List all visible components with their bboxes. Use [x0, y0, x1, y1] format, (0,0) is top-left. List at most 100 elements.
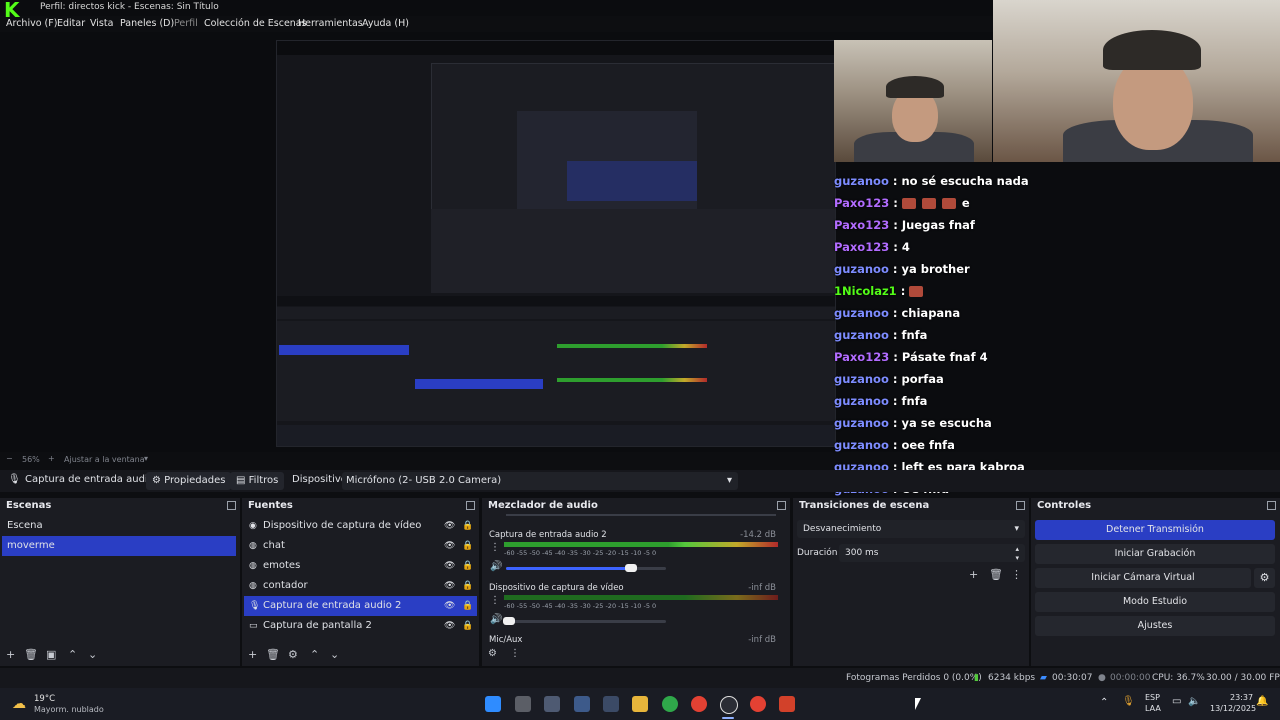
- visibility-eye-icon[interactable]: 👁: [444, 576, 455, 596]
- gear-icon: ⚙: [152, 475, 165, 486]
- menu-archivo[interactable]: Archivo (F): [6, 18, 57, 29]
- filters-button[interactable]: ▤ Filtros: [230, 472, 285, 490]
- visibility-eye-icon[interactable]: 👁: [444, 556, 455, 576]
- task-view-icon[interactable]: [515, 696, 531, 712]
- source-item[interactable]: ◍ contador 👁 🔒: [244, 576, 477, 596]
- spin-down-icon[interactable]: ▾: [1015, 549, 1019, 567]
- volume-slider[interactable]: [503, 617, 515, 625]
- chat-separator: :: [889, 218, 902, 232]
- mic-icon[interactable]: 🎙: [1122, 696, 1135, 707]
- chrome-icon[interactable]: [691, 696, 707, 712]
- folder-icon[interactable]: [632, 696, 648, 712]
- chevron-up-icon[interactable]: ⌃: [1100, 697, 1108, 708]
- lock-icon[interactable]: 🔒: [462, 516, 473, 536]
- device-select[interactable]: Micrófono (2- USB 2.0 Camera) ▾: [342, 472, 738, 490]
- scene-item[interactable]: moverme: [2, 536, 236, 556]
- settings-app-icon[interactable]: [574, 696, 590, 712]
- source-item[interactable]: 🎙 Captura de entrada audio 2 👁 🔒: [244, 596, 477, 616]
- mixer-settings-icon[interactable]: ⚙: [488, 648, 497, 659]
- arrow-up-icon[interactable]: ⌃: [68, 648, 77, 661]
- start-virtual-camera-button[interactable]: Iniciar Cámara Virtual: [1035, 568, 1251, 588]
- transition-select[interactable]: Desvanecimiento ▾: [797, 520, 1025, 538]
- gear-icon[interactable]: ⚙: [288, 648, 298, 661]
- obs-icon[interactable]: [720, 696, 738, 714]
- chrome-icon[interactable]: [750, 696, 766, 712]
- dock-undock-icon[interactable]: [466, 501, 475, 510]
- source-item[interactable]: ◍ emotes 👁 🔒: [244, 556, 477, 576]
- menu-editar[interactable]: Editar: [57, 18, 85, 29]
- volume-slider[interactable]: [625, 564, 637, 572]
- clock-time[interactable]: 23:37: [1230, 693, 1253, 702]
- language-code[interactable]: ESP: [1145, 693, 1160, 702]
- zoom-out-icon[interactable]: −: [6, 454, 13, 463]
- speaker-icon[interactable]: 🔊: [490, 614, 502, 625]
- settings-button[interactable]: Ajustes: [1035, 616, 1275, 636]
- dock-undock-icon[interactable]: [227, 501, 236, 510]
- cpu-usage: CPU: 36.7%: [1152, 673, 1205, 683]
- dock-undock-icon[interactable]: [1267, 501, 1276, 510]
- kebab-icon[interactable]: ⋮: [1011, 568, 1022, 581]
- trash-icon[interactable]: 🗑: [24, 648, 38, 661]
- source-item[interactable]: ◍ chat 👁 🔒: [244, 536, 477, 556]
- trash-icon[interactable]: 🗑: [989, 568, 1003, 581]
- add-icon[interactable]: +: [6, 648, 15, 661]
- menu-herramientas[interactable]: Herramientas: [298, 18, 363, 29]
- lock-icon[interactable]: 🔒: [462, 576, 473, 596]
- source-item[interactable]: ◉ Dispositivo de captura de vídeo 👁 🔒: [244, 516, 477, 536]
- visibility-eye-icon[interactable]: 👁: [444, 616, 455, 636]
- notification-bell-icon[interactable]: 🔔: [1256, 696, 1268, 707]
- arrow-down-icon[interactable]: ⌄: [330, 648, 339, 661]
- menu-perfil[interactable]: Perfil: [174, 18, 198, 29]
- dock-undock-icon[interactable]: [777, 501, 786, 510]
- lock-icon[interactable]: 🔒: [462, 556, 473, 576]
- scene-item[interactable]: Escena: [2, 516, 236, 536]
- arrow-up-icon[interactable]: ⌃: [310, 648, 319, 661]
- speaker-icon[interactable]: 🔊: [490, 561, 502, 572]
- zoom-in-icon[interactable]: +: [48, 454, 55, 463]
- menu-paneles[interactable]: Paneles (D): [120, 18, 174, 29]
- arrow-down-icon[interactable]: ⌄: [88, 648, 97, 661]
- chat-message: guzanoo : porfaa: [834, 372, 944, 386]
- keyboard-layout: LAA: [1145, 704, 1161, 713]
- trash-icon[interactable]: 🗑: [266, 648, 280, 661]
- whatsapp-icon[interactable]: [662, 696, 678, 712]
- gear-icon[interactable]: ⚙: [1254, 568, 1275, 588]
- store-icon[interactable]: [603, 696, 619, 712]
- windows-start-icon[interactable]: [485, 696, 501, 712]
- network-icon[interactable]: ▭: [1172, 696, 1181, 707]
- dock-undock-icon[interactable]: [1016, 501, 1025, 510]
- filter-icon[interactable]: ▣: [46, 648, 56, 661]
- channel-db: -14.2 dB: [740, 530, 776, 540]
- chat-text: no sé escucha nada: [901, 174, 1029, 188]
- source-item[interactable]: ▭ Captura de pantalla 2 👁 🔒: [244, 616, 477, 636]
- properties-button[interactable]: ⚙ Propiedades: [146, 472, 232, 490]
- app-icon[interactable]: [779, 696, 795, 712]
- lock-icon[interactable]: 🔒: [462, 536, 473, 556]
- add-icon[interactable]: +: [248, 648, 257, 661]
- menu-ayuda[interactable]: Ayuda (H): [362, 18, 409, 29]
- stop-streaming-button[interactable]: Detener Transmisión: [1035, 520, 1275, 540]
- sources-title: Fuentes: [248, 500, 293, 511]
- duration-input[interactable]: 300 ms ▴ ▾: [839, 544, 1025, 562]
- volume-icon[interactable]: 🔈: [1188, 696, 1200, 707]
- studio-mode-button[interactable]: Modo Estudio: [1035, 592, 1275, 612]
- weather-temp[interactable]: 19°C: [34, 694, 55, 704]
- scenes-dock: Escenas Escena moverme + 🗑 ▣ ⌃ ⌄: [0, 498, 240, 666]
- visibility-eye-icon[interactable]: 👁: [444, 536, 455, 556]
- fit-window-button[interactable]: Ajustar a la ventana: [64, 455, 145, 464]
- screen-capture-preview: [276, 40, 836, 447]
- kebab-icon[interactable]: ⋮: [490, 595, 500, 606]
- gallery-icon[interactable]: [544, 696, 560, 712]
- chat-separator: :: [888, 174, 902, 188]
- lock-icon[interactable]: 🔒: [462, 596, 473, 616]
- visibility-eye-icon[interactable]: 👁: [444, 516, 455, 536]
- kebab-icon[interactable]: ⋮: [490, 542, 500, 553]
- chevron-down-icon[interactable]: ▾: [144, 454, 148, 463]
- start-recording-button[interactable]: Iniciar Grabación: [1035, 544, 1275, 564]
- visibility-eye-icon[interactable]: 👁: [444, 596, 455, 616]
- menu-vista[interactable]: Vista: [90, 18, 113, 29]
- add-icon[interactable]: +: [969, 568, 978, 581]
- lock-icon[interactable]: 🔒: [462, 616, 473, 636]
- kebab-icon[interactable]: ⋮: [510, 648, 520, 659]
- menu-coleccion-escenas[interactable]: Colección de Escenas: [204, 18, 307, 29]
